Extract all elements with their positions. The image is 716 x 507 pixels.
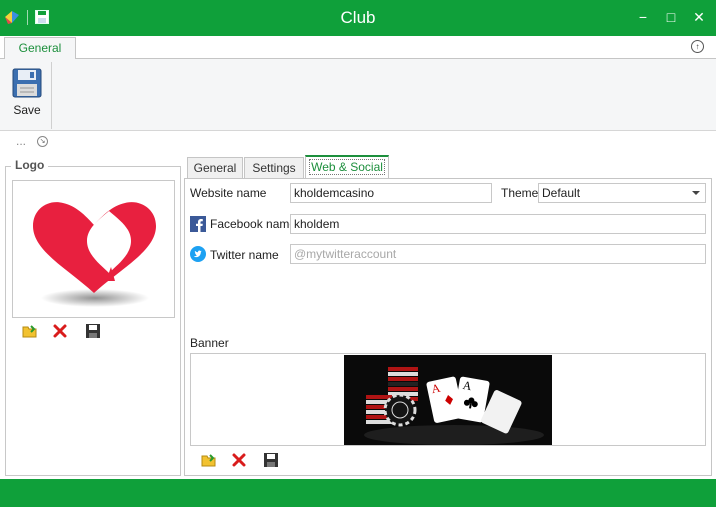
save-button[interactable]: Save (2, 62, 52, 129)
facebook-icon (190, 216, 206, 232)
theme-selected-value: Default (542, 186, 581, 200)
facebook-name-label: Facebook name (210, 217, 297, 231)
twitter-name-label: Twitter name (210, 248, 279, 262)
expand-button[interactable]: ↘ (37, 136, 48, 147)
minimize-button[interactable]: − (632, 4, 654, 30)
status-bar (0, 479, 716, 507)
title-bar: Club − □ ✕ (0, 0, 716, 36)
heart-spade-logo (33, 202, 156, 307)
close-button[interactable]: ✕ (688, 4, 710, 30)
ribbon: Save (0, 59, 716, 131)
maximize-button[interactable]: □ (660, 4, 682, 30)
sub-toolbar: ... ↘ (0, 131, 716, 153)
tab-web-social[interactable]: Web & Social (305, 155, 389, 179)
tab-general[interactable]: General (187, 157, 243, 179)
save-icon[interactable] (85, 323, 101, 339)
twitter-icon (190, 246, 206, 262)
poker-chips-cards-banner: A A (344, 355, 552, 445)
logo-legend: Logo (11, 158, 49, 172)
tab-settings[interactable]: Settings (244, 157, 304, 179)
website-name-field[interactable]: kholdemcasino (290, 183, 492, 203)
open-folder-icon[interactable] (22, 323, 38, 339)
more-options-button[interactable]: ... (16, 134, 26, 148)
logo-image-box[interactable] (12, 180, 175, 318)
ribbon-tab-general[interactable]: General (4, 37, 76, 60)
tab-web-social-label: Web & Social (309, 159, 385, 175)
twitter-name-field[interactable]: @mytwitteraccount (290, 244, 706, 264)
ribbon-tab-strip: General ↑ (0, 36, 716, 60)
save-button-label: Save (13, 103, 41, 117)
theme-label: Theme (501, 186, 539, 200)
banner-save-icon[interactable] (263, 452, 279, 468)
website-name-label: Website name (190, 186, 267, 200)
ribbon-collapse-button[interactable]: ↑ (691, 40, 704, 53)
chevron-down-icon (692, 191, 700, 195)
facebook-name-field[interactable]: kholdem (290, 214, 706, 234)
banner-open-folder-icon[interactable] (201, 452, 217, 468)
window-title: Club (340, 8, 376, 27)
delete-icon[interactable] (52, 323, 68, 339)
banner-label: Banner (190, 336, 229, 350)
banner-delete-icon[interactable] (231, 452, 247, 468)
banner-image-box[interactable]: A A (190, 353, 706, 446)
theme-select[interactable]: Default (538, 183, 706, 203)
floppy-disk-icon (12, 68, 42, 98)
